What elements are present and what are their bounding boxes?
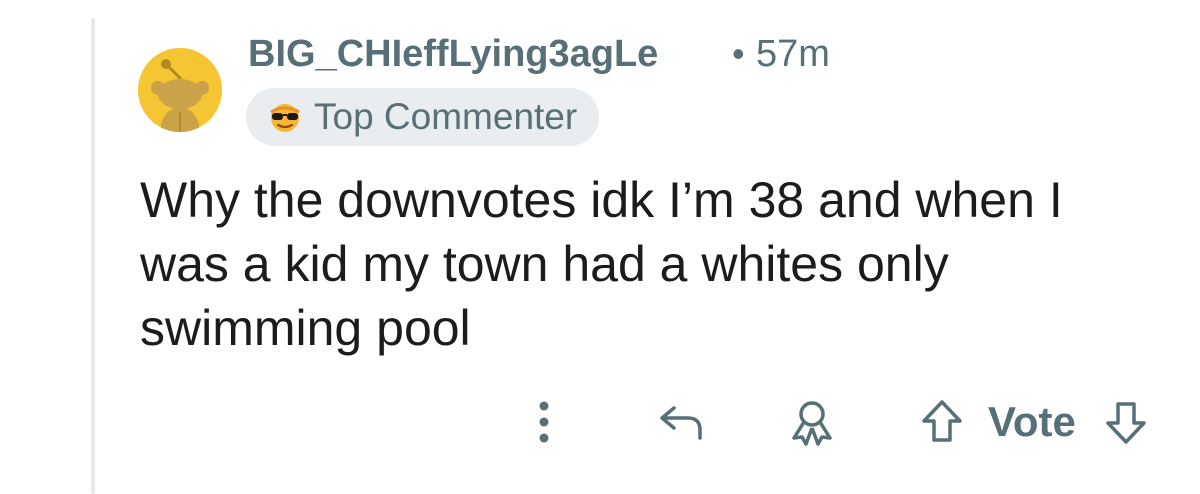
reply-button[interactable] bbox=[652, 394, 712, 450]
snoo-avatar-icon bbox=[138, 48, 222, 132]
more-vertical-icon bbox=[539, 401, 549, 443]
downvote-button[interactable] bbox=[1098, 394, 1154, 450]
upvote-icon bbox=[922, 400, 962, 442]
user-avatar[interactable] bbox=[138, 48, 222, 132]
comment-action-bar: Vote bbox=[0, 390, 1200, 454]
award-icon bbox=[792, 401, 832, 446]
upvote-button[interactable] bbox=[914, 394, 970, 450]
reply-icon bbox=[660, 406, 702, 440]
meta-separator: • bbox=[732, 33, 745, 74]
more-options-button[interactable] bbox=[526, 394, 562, 450]
vote-label: Vote bbox=[988, 398, 1076, 445]
comment-view: BIG_CHIeffLying3agLe • 57m Top Commenter… bbox=[0, 0, 1200, 494]
flair-label: Top Commenter bbox=[314, 96, 578, 137]
comment-body: Why the downvotes idk I’m 38 and when I … bbox=[140, 172, 1063, 356]
award-button[interactable] bbox=[782, 394, 842, 450]
downvote-icon bbox=[1106, 402, 1146, 444]
user-flair-badge: Top Commenter bbox=[246, 88, 600, 146]
comment-timestamp: 57m bbox=[756, 33, 830, 75]
sunglasses-emoji-icon bbox=[270, 104, 300, 132]
username[interactable]: BIG_CHIeffLying3agLe bbox=[248, 30, 658, 78]
